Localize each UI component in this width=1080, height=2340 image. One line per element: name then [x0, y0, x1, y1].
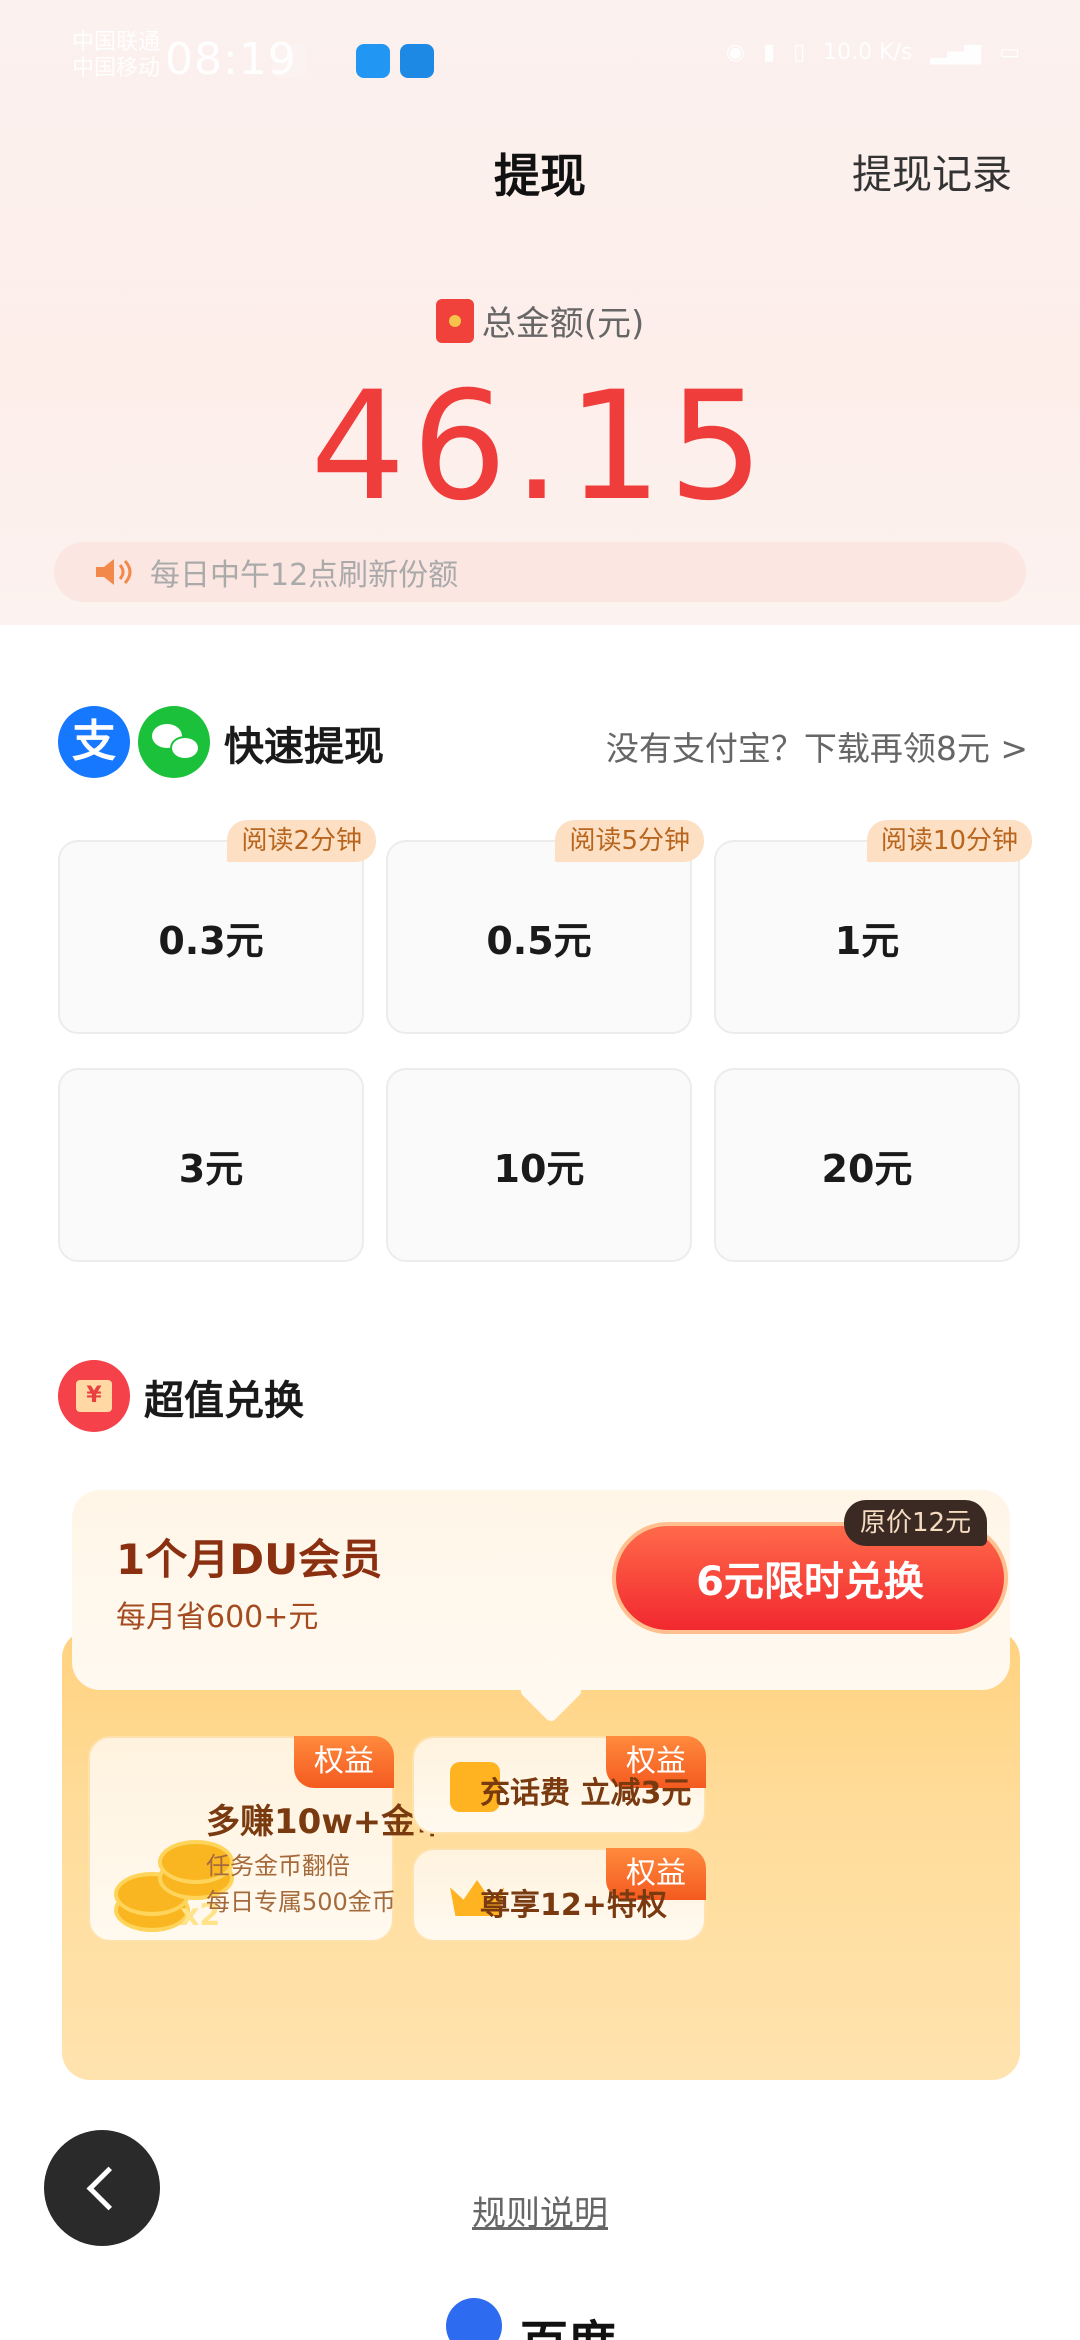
refresh-notice: 每日中午12点刷新份额 — [54, 542, 1026, 602]
vibrate-icon: ▯ — [793, 40, 806, 65]
alipay-icon: 支 — [58, 706, 130, 778]
benefit-sub: 任务金币翻倍 — [206, 1852, 350, 1880]
signal-icon: ▂▄▆ — [930, 40, 982, 65]
search-app-icon — [356, 44, 390, 78]
wechat-icon — [138, 706, 210, 778]
vip-title: 1个月DU会员 — [116, 1535, 383, 1584]
benefit-sub: 每日专属500金币 — [206, 1888, 396, 1916]
card-vip-area: 1个月DU会员 每月省600+元 6元限时兑换 原价12元 — [72, 1490, 1010, 1724]
red-envelope-icon — [435, 298, 474, 343]
withdraw-option[interactable]: 0.3元 阅读2分钟 — [58, 820, 376, 1034]
carrier-line-2: 中国移动 — [72, 56, 161, 81]
withdraw-option[interactable]: 0.5元 阅读5分钟 — [386, 820, 704, 1034]
option-amount: 20元 — [821, 1146, 913, 1191]
option-amount: 1元 — [834, 918, 900, 963]
benefit-privileges[interactable]: 权益 尊享12+特权 — [412, 1848, 706, 1942]
status-right-group: ◉ ▮ ▯ 10.0 K/s ▂▄▆ ▭ — [726, 40, 1020, 65]
withdraw-option[interactable]: 3元 — [58, 1068, 364, 1262]
vip-exchange-card: 1个月DU会员 每月省600+元 6元限时兑换 原价12元 权益 x2 多赚10… — [62, 1490, 1020, 2080]
withdraw-option[interactable]: 20元 — [714, 1068, 1020, 1262]
coupon-icon — [58, 1360, 130, 1432]
balance-amount: 46.15 — [310, 360, 770, 534]
exchange-title: 超值兑换 — [144, 1378, 304, 1424]
speaker-icon — [96, 559, 132, 585]
nav-bar: 提现 提现记录 — [0, 120, 1080, 220]
benefit-coins[interactable]: 权益 x2 多赚10w+金币 任务金币翻倍 每日专属500金币 — [88, 1736, 449, 1942]
withdraw-record-link[interactable]: 提现记录 — [852, 142, 1012, 200]
option-amount: 0.5元 — [486, 918, 592, 963]
balance-label-text: 总金额(元) — [481, 304, 645, 344]
balance-label: 总金额(元) — [0, 296, 1080, 345]
option-amount: 10元 — [493, 1146, 585, 1191]
quick-withdraw-title: 快速提现 — [224, 724, 384, 770]
vip-subtitle: 每月省600+元 — [116, 1600, 319, 1635]
net-speed: 10.0 K/s — [823, 40, 913, 65]
battery-icon: ▭ — [999, 40, 1020, 65]
footer-logo: 百度 — [440, 2290, 640, 2340]
weather-app-icon — [400, 44, 434, 78]
withdraw-option[interactable]: 1元 阅读10分钟 — [714, 820, 1032, 1034]
carrier-info: 中国联通 中国移动 — [72, 30, 160, 82]
quick-withdraw-header: 支 快速提现 没有支付宝？下载再领8元 > — [58, 702, 1028, 778]
notice-text: 每日中午12点刷新份额 — [150, 558, 459, 593]
benefit-title: 尊享12+特权 — [480, 1888, 667, 1923]
option-badge: 阅读2分钟 — [227, 820, 376, 862]
withdraw-option[interactable]: 10元 — [386, 1068, 692, 1262]
option-badge: 阅读5分钟 — [555, 820, 704, 862]
benefit-title: 充话费 立减3元 — [480, 1776, 692, 1811]
nfc-icon: ▮ — [762, 40, 776, 65]
baidu-paw-icon — [446, 2298, 502, 2340]
baidu-paw-icon — [272, 44, 306, 78]
rules-link[interactable]: 规则说明 — [0, 2186, 1080, 2235]
option-badge: 阅读10分钟 — [866, 820, 1032, 862]
option-amount: 3元 — [178, 1146, 244, 1191]
original-price-badge: 原价12元 — [844, 1500, 988, 1546]
carrier-line-1: 中国联通 — [72, 30, 161, 55]
option-amount: 0.3元 — [158, 918, 264, 963]
footer-brand: 百度 — [520, 2304, 616, 2340]
benefit-tag: 权益 — [294, 1736, 394, 1788]
eye-icon: ◉ — [725, 40, 745, 65]
download-alipay-link[interactable]: 没有支付宝？下载再领8元 > — [606, 722, 1028, 770]
status-bar: 中国联通 中国移动 08:19 ◉ ▮ ▯ 10.0 K/s ▂▄▆ ▭ — [0, 0, 1080, 120]
benefit-phone-bill[interactable]: 权益 充话费 立减3元 — [412, 1736, 706, 1834]
